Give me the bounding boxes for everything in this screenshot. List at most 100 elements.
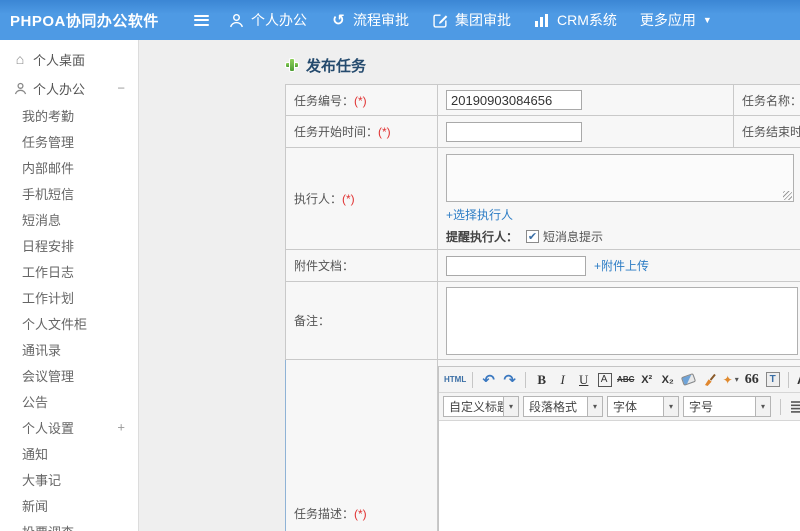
undo-icon[interactable]: ↶: [479, 370, 498, 390]
attachment-upload-link[interactable]: +附件上传: [594, 257, 649, 274]
main-content: 发布任务 任务编号：(*) 任务名称：(*): [139, 40, 800, 531]
rich-text-editor: HTML ↶ ↷ B I U A ABC X² X₂ ✦ ▾ 66 T 自定义标…: [438, 366, 800, 531]
sidebar-item-label: 通知: [22, 446, 49, 462]
sidebar-item-news[interactable]: 新闻: [0, 492, 138, 518]
required-mark: (*): [354, 93, 367, 108]
sidebar-item-vote-survey[interactable]: 投票调查: [0, 518, 138, 531]
nav-item-group-approval[interactable]: 集团审批: [432, 10, 511, 30]
italic-button[interactable]: I: [553, 370, 572, 390]
blockquote-button[interactable]: 66: [742, 370, 761, 390]
remark-label-cell: 备注：: [285, 281, 438, 360]
page-title: 发布任务: [285, 54, 800, 76]
nav-item-label: 集团审批: [455, 12, 511, 28]
format-brush-icon[interactable]: [700, 370, 719, 390]
description-label: 任务描述：: [294, 506, 355, 521]
sidebar-item-contacts[interactable]: 通讯录: [0, 336, 138, 362]
choose-executor-link[interactable]: +选择执行人: [446, 208, 513, 222]
sidebar-item-milestones[interactable]: 大事记: [0, 466, 138, 492]
sms-remind-checkbox[interactable]: ✔: [526, 230, 540, 243]
superscript-button[interactable]: X²: [637, 370, 656, 390]
font-color-button[interactable]: A▾: [795, 370, 800, 390]
sidebar-item-label: 工作日志: [22, 264, 75, 280]
sidebar-item-my-attendance[interactable]: 我的考勤: [0, 102, 138, 128]
sidebar-item-notice[interactable]: 通知: [0, 440, 138, 466]
sidebar-item-label: 手机短信: [22, 186, 75, 202]
sidebar-item-label: 内部邮件: [22, 160, 75, 176]
sidebar-item-label: 日程安排: [22, 238, 75, 254]
sidebar-item-personal-office[interactable]: 个人办公 −: [0, 74, 138, 102]
paste-as-text-icon[interactable]: T: [763, 370, 782, 390]
align-left-icon[interactable]: [787, 397, 800, 417]
underline-button[interactable]: U: [574, 370, 593, 390]
editor-content-area[interactable]: [439, 421, 800, 531]
caret-down-icon: ▼: [702, 15, 712, 25]
bold-button[interactable]: B: [532, 370, 551, 390]
nav-item-personal-office[interactable]: 个人办公: [228, 10, 307, 30]
eraser-icon[interactable]: [679, 370, 698, 390]
check-icon: ✔: [527, 231, 538, 243]
expand-icon[interactable]: +: [117, 420, 125, 435]
font-border-button[interactable]: A: [597, 372, 612, 387]
sidebar-item-internal-mail[interactable]: 内部邮件: [0, 154, 138, 180]
source-code-button[interactable]: HTML: [444, 370, 466, 390]
sidebar-item-personal-file-cabinet[interactable]: 个人文件柜: [0, 310, 138, 336]
sidebar-item-announcement[interactable]: 公告: [0, 388, 138, 414]
font-size-select[interactable]: 字号 ▾: [683, 396, 771, 417]
strikethrough-button[interactable]: ABC: [616, 370, 635, 390]
sidebar-item-work-log[interactable]: 工作日志: [0, 258, 138, 284]
sidebar-item-label: 短消息: [22, 212, 62, 228]
publish-task-form: 任务编号：(*) 任务名称：(*) 任务开始时间：(*): [285, 84, 800, 531]
sidebar-item-short-message[interactable]: 短消息: [0, 206, 138, 232]
nav-item-workflow-approval[interactable]: ↺ 流程审批: [330, 10, 409, 30]
executor-label: 执行人：: [294, 192, 343, 206]
remark-textarea[interactable]: [446, 286, 798, 355]
start-time-input[interactable]: [446, 121, 582, 142]
sidebar-item-task-management[interactable]: 任务管理: [0, 128, 138, 154]
custom-heading-select[interactable]: 自定义标题▾: [443, 396, 519, 417]
start-time-label-cell: 任务开始时间：(*): [285, 115, 438, 148]
subscript-button[interactable]: X₂: [658, 370, 677, 390]
sidebar-item-schedule[interactable]: 日程安排: [0, 232, 138, 258]
remark-label: 备注：: [294, 314, 331, 328]
home-icon: ⌂: [15, 51, 25, 67]
sms-remind-label: 短消息提示: [543, 230, 604, 244]
sidebar-item-label: 任务管理: [22, 134, 75, 150]
sidebar-item-label: 会议管理: [22, 368, 75, 384]
sidebar-item-mobile-sms[interactable]: 手机短信: [0, 180, 138, 206]
sidebar-item-meeting-management[interactable]: 会议管理: [0, 362, 138, 388]
sidebar-item-label: 个人办公: [33, 81, 86, 97]
attachment-input[interactable]: [446, 255, 586, 276]
executor-label-cell: 执行人：(*): [285, 147, 438, 250]
caret-down-icon: ▾: [734, 375, 739, 384]
collapse-icon[interactable]: −: [117, 81, 125, 96]
auto-typeset-icon[interactable]: ✦ ▾: [721, 370, 740, 390]
sidebar-item-personal-settings[interactable]: 个人设置 +: [0, 414, 138, 440]
top-nav: 个人办公 ↺ 流程审批 集团审批 CRM系统 更多应用 ▼: [228, 10, 735, 30]
font-family-select[interactable]: 字体 ▾: [607, 396, 679, 417]
end-time-label-cell: 任务结束时间：(*): [733, 115, 800, 148]
editor-toolbar-row-2: 自定义标题▾ 段落格式▾ 字体▾ 字号▾: [439, 393, 800, 421]
nav-item-crm-system[interactable]: CRM系统: [534, 10, 617, 30]
redo-icon[interactable]: ↷: [500, 370, 519, 390]
task-no-input[interactable]: [446, 90, 582, 110]
sidebar: ⌂ 个人桌面 个人办公 − 我的考勤 任务管理 内部邮件 手机短信 短消息 日程…: [0, 40, 139, 531]
editor-toolbar-row-1: HTML ↶ ↷ B I U A ABC X² X₂ ✦ ▾ 66 T: [439, 367, 800, 393]
sidebar-item-work-plan[interactable]: 工作计划: [0, 284, 138, 310]
user-icon: [228, 12, 245, 29]
sidebar-item-label: 我的考勤: [22, 108, 75, 124]
hamburger-menu-button[interactable]: [186, 0, 216, 40]
bar-chart-icon: [534, 12, 551, 29]
paragraph-format-select[interactable]: 段落格式 ▾: [523, 396, 603, 417]
nav-item-more-apps[interactable]: 更多应用 ▼: [640, 10, 712, 30]
sidebar-item-label: 大事记: [22, 472, 62, 488]
sidebar-item-personal-desktop[interactable]: ⌂ 个人桌面: [0, 44, 138, 74]
resize-grip-icon[interactable]: [783, 191, 792, 200]
executor-textarea[interactable]: [446, 154, 794, 202]
caret-down-icon: ▾: [587, 397, 602, 416]
sidebar-item-label: 个人设置: [22, 420, 75, 436]
caret-down-icon: ▾: [503, 397, 518, 416]
sidebar-item-label: 工作计划: [22, 290, 75, 306]
attachment-label: 附件文档：: [294, 259, 355, 273]
task-no-label-cell: 任务编号：(*): [285, 84, 438, 116]
user-icon: [12, 82, 28, 95]
